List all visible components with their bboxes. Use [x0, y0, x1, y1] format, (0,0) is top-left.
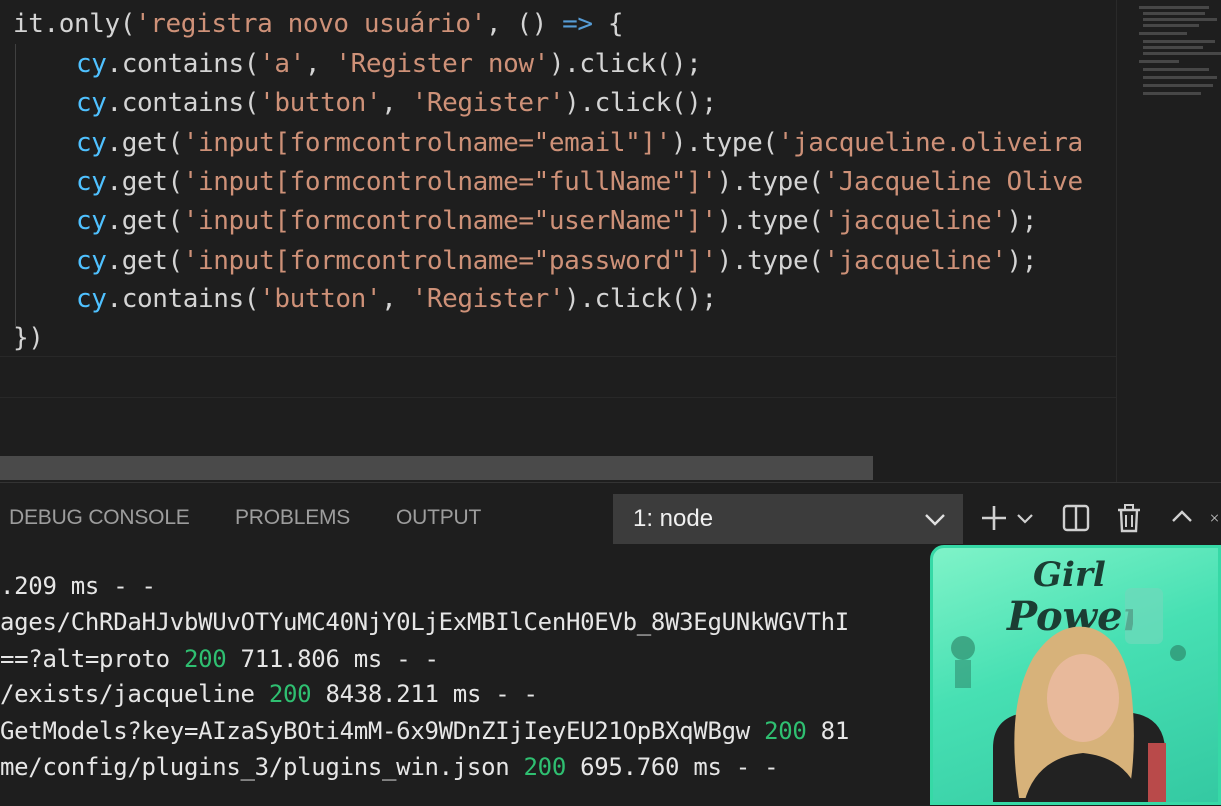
- code-token: .get(: [106, 167, 184, 197]
- code-string: 'Jacqueline Olive: [823, 167, 1083, 197]
- kill-terminal-button[interactable]: [1111, 500, 1147, 536]
- code-token: .get(: [106, 128, 184, 158]
- code-line-3: cy.contains('button', 'Register').click(…: [13, 83, 717, 123]
- panel-toolbar: DEBUG CONSOLE PROBLEMS OUTPUT 1: node: [0, 483, 1221, 553]
- maximize-panel-button[interactable]: [1164, 500, 1200, 536]
- code-object: cy: [76, 128, 107, 158]
- code-string: 'input[formcontrolname="password"]': [182, 246, 717, 276]
- terminal-launch-profile-button[interactable]: [1012, 500, 1038, 536]
- code-object: cy: [76, 49, 107, 79]
- webcam-overlay: Girl Power: [930, 545, 1221, 805]
- code-string: 'button': [259, 284, 382, 314]
- code-arrow: =>: [562, 9, 593, 39]
- code-line-8: cy.contains('button', 'Register').click(…: [13, 279, 717, 319]
- code-object: cy: [76, 88, 107, 118]
- code-token: );: [1006, 246, 1038, 276]
- plus-icon: [976, 506, 1012, 540]
- code-token: ).click();: [564, 284, 717, 314]
- terminal-line: /exists/jacqueline 200 8438.211 ms - -: [0, 680, 538, 708]
- code-string: 'input[formcontrolname="fullName"]': [182, 167, 717, 197]
- chevron-up-icon: [1164, 510, 1200, 540]
- code-line-2: cy.contains('a', 'Register now').click()…: [13, 44, 702, 84]
- code-object: cy: [76, 246, 107, 276]
- code-token: .contains(: [106, 284, 260, 314]
- chevron-down-icon: [1012, 514, 1038, 540]
- close-panel-button[interactable]: [1208, 500, 1221, 536]
- code-token: ,: [381, 88, 412, 118]
- code-token: ).type(: [670, 128, 778, 158]
- minimap[interactable]: [1116, 0, 1221, 482]
- code-line-7: cy.get('input[formcontrolname="password"…: [13, 241, 1037, 281]
- code-object: cy: [76, 284, 107, 314]
- tab-debug-console[interactable]: DEBUG CONSOLE: [9, 503, 190, 533]
- tab-output[interactable]: OUTPUT: [396, 503, 481, 533]
- code-line-1: it.only('registra novo usuário', () => {: [13, 4, 624, 44]
- code-token: it: [13, 9, 44, 39]
- chevron-down-icon: [923, 494, 947, 544]
- code-line-6: cy.get('input[formcontrolname="userName"…: [13, 201, 1037, 241]
- code-string: 'button': [259, 88, 382, 118]
- code-line-5: cy.get('input[formcontrolname="fullName"…: [13, 162, 1083, 202]
- trash-icon: [1111, 504, 1147, 540]
- code-string: 'registra novo usuário': [135, 9, 486, 39]
- close-icon: [1208, 514, 1221, 536]
- new-terminal-button[interactable]: [976, 500, 1012, 536]
- terminal-line: ages/ChRDaHJvbWUvOTYuMC40NjY0LjExMBIlCen…: [0, 608, 849, 636]
- code-token: ).click();: [548, 49, 702, 79]
- code-object: cy: [76, 206, 107, 236]
- code-string: 'Register now': [335, 49, 549, 79]
- code-string: 'Register': [411, 88, 565, 118]
- presenter-video: [951, 588, 1186, 802]
- terminal-select-value: 1: node: [633, 505, 714, 532]
- code-string: 'input[formcontrolname="userName"]': [182, 206, 717, 236]
- code-token: .contains(: [106, 88, 260, 118]
- split-terminal-button[interactable]: [1058, 500, 1094, 536]
- code-token: ).type(: [716, 206, 824, 236]
- code-string: 'a': [259, 49, 305, 79]
- code-string: 'jacqueline': [823, 206, 1007, 236]
- code-token: {: [592, 9, 624, 39]
- code-string: 'Register': [411, 284, 565, 314]
- code-line-9: }): [13, 323, 44, 353]
- split-icon: [1058, 504, 1094, 540]
- code-token: .contains(: [106, 49, 260, 79]
- code-string: 'input[formcontrolname="email"]': [182, 128, 672, 158]
- terminal-line: ==?alt=proto 200 711.806 ms - -: [0, 645, 439, 673]
- terminal-select[interactable]: 1: node: [613, 494, 963, 544]
- code-token: );: [1006, 206, 1038, 236]
- current-line-highlight: [0, 356, 1116, 398]
- code-token: , (): [485, 9, 563, 39]
- code-object: cy: [76, 167, 107, 197]
- code-line-4: cy.get('input[formcontrolname="email"]')…: [13, 123, 1083, 163]
- code-token: ,: [381, 284, 412, 314]
- code-token: ).click();: [564, 88, 717, 118]
- terminal-line: me/config/plugins_3/plugins_win.json 200…: [0, 753, 779, 781]
- code-editor[interactable]: it.only('registra novo usuário', () => {…: [0, 0, 1116, 482]
- code-token: ,: [304, 49, 336, 79]
- code-token: .get(: [106, 246, 184, 276]
- code-token: .get(: [106, 206, 184, 236]
- code-string: 'jacqueline': [823, 246, 1007, 276]
- code-token: ).type(: [716, 246, 824, 276]
- terminal-line: GetModels?key=AIzaSyBOti4mM-6x9WDnZIjIey…: [0, 717, 849, 745]
- horizontal-scrollbar[interactable]: [0, 456, 873, 480]
- tab-problems[interactable]: PROBLEMS: [235, 503, 350, 533]
- code-string: 'jacqueline.oliveira: [777, 128, 1083, 158]
- code-token: ).type(: [716, 167, 824, 197]
- code-token: .only(: [43, 9, 136, 39]
- terminal-line: .209 ms - -: [0, 572, 156, 600]
